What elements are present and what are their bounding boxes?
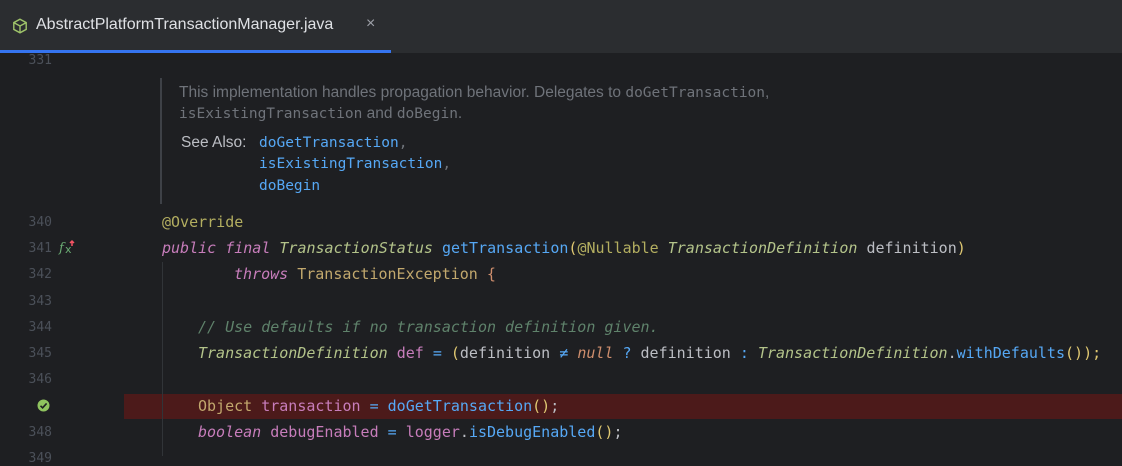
see-also-label: See Also: xyxy=(181,134,247,151)
javadoc-line-1: This implementation handles propagation … xyxy=(179,84,769,102)
tab-title: AbstractPlatformTransactionManager.java xyxy=(36,16,334,33)
javadoc-code-ref: isExistingTransaction xyxy=(179,106,363,122)
javadoc-text: This implementation handles propagation … xyxy=(179,84,626,101)
code-line-348[interactable]: boolean debugEnabled = logger.isDebugEna… xyxy=(198,423,622,441)
line-number: 349 xyxy=(28,451,52,466)
code-line-342[interactable]: throws TransactionException { xyxy=(234,265,496,283)
javadoc-code-ref: doGetTransaction xyxy=(625,85,766,101)
active-tab-indicator xyxy=(0,50,391,53)
line-number: 331 xyxy=(28,53,52,68)
code-line-340[interactable]: @Override xyxy=(162,213,243,231)
line-number: 340 xyxy=(28,215,52,230)
line-number: 348 xyxy=(28,425,52,440)
javadoc-text: . xyxy=(457,105,463,122)
tab-abstract-platform-transaction-manager[interactable]: AbstractPlatformTransactionManager.java … xyxy=(0,0,391,53)
line-number: 343 xyxy=(28,294,52,309)
see-also-link[interactable]: doGetTransaction, xyxy=(259,135,407,151)
code-line-345[interactable]: TransactionDefinition def = (definition … xyxy=(198,344,1101,362)
override-method-icon[interactable]: f x xyxy=(58,239,78,257)
indent-guide xyxy=(162,262,163,456)
javadoc-border xyxy=(160,78,162,204)
svg-text:x: x xyxy=(65,243,72,256)
code-line-347[interactable]: Object transaction = doGetTransaction(); xyxy=(198,397,559,415)
line-number: 345 xyxy=(28,346,52,361)
javadoc-text: , xyxy=(765,84,770,101)
line-number: 344 xyxy=(28,320,52,335)
tab-close-button[interactable]: × xyxy=(366,15,375,33)
editor-tab-bar: AbstractPlatformTransactionManager.java … xyxy=(0,0,1122,54)
javadoc-line-2: isExistingTransaction and doBegin. xyxy=(179,105,462,123)
code-line-344[interactable]: // Use defaults if no transaction defini… xyxy=(198,318,659,336)
line-number: 341 xyxy=(28,241,52,256)
code-line-341[interactable]: public final TransactionStatus getTransa… xyxy=(162,239,966,257)
see-also-link[interactable]: doBegin xyxy=(259,178,320,194)
javadoc-code-ref: doBegin xyxy=(396,106,458,122)
javadoc-text: and xyxy=(362,105,397,122)
see-also-link[interactable]: isExistingTransaction, xyxy=(259,156,451,172)
breakpoint-check-icon[interactable] xyxy=(37,399,50,412)
line-number: 342 xyxy=(28,267,52,282)
java-class-icon xyxy=(13,18,27,34)
line-number: 346 xyxy=(28,372,52,387)
